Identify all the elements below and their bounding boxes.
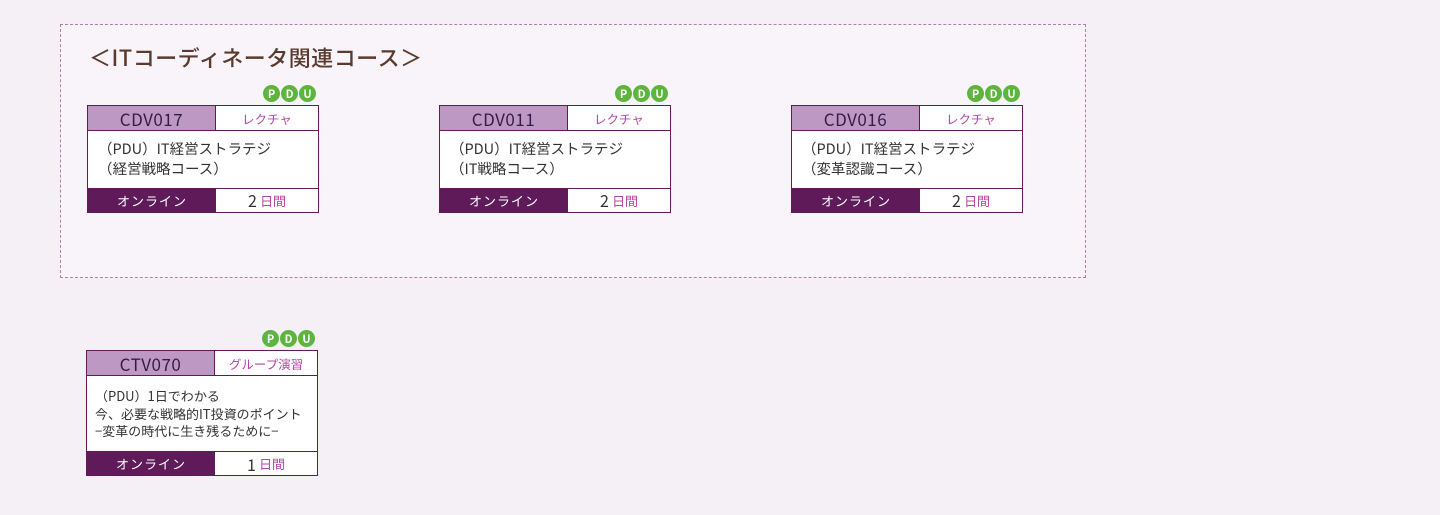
pdu-badge-icon: P D U (262, 330, 315, 347)
course-title-line: （IT戦略コース） (450, 159, 662, 179)
course-title: （PDU）1日でわかる 今、必要な戦略的IT投資のポイント −変革の時代に生き残… (87, 376, 317, 452)
course-mode: オンライン (87, 452, 215, 475)
card-footer: オンライン 1 日間 (87, 452, 317, 475)
course-title: （PDU）IT経営ストラテジ （IT戦略コース） (440, 131, 670, 189)
course-title-line: （PDU）IT経営ストラテジ (98, 139, 310, 159)
course-days-num: 2 (600, 188, 609, 212)
pdu-p: P (262, 330, 279, 347)
card-header: CTV070 グループ演習 (87, 351, 317, 376)
course-days-unit: 日間 (259, 454, 285, 473)
card-footer: オンライン 2 日間 (792, 189, 1022, 212)
section-box: ＜ITコーディネータ関連コース＞ P D U CDV017 レクチャ （PDU）… (60, 24, 1086, 278)
course-duration: 2 日間 (216, 189, 318, 212)
pdu-badge-icon: P D U (263, 85, 316, 102)
course-title-line: （PDU）IT経営ストラテジ (450, 139, 662, 159)
pdu-u: U (651, 85, 668, 102)
course-card[interactable]: P D U CDV017 レクチャ （PDU）IT経営ストラテジ （経営戦略コー… (87, 105, 319, 213)
pdu-d: D (280, 330, 297, 347)
course-title-line: （PDU）1日でわかる (95, 387, 311, 405)
pdu-u: U (298, 330, 315, 347)
pdu-badge-icon: P D U (967, 85, 1020, 102)
pdu-d: D (985, 85, 1002, 102)
course-card[interactable]: P D U CDV011 レクチャ （PDU）IT経営ストラテジ （IT戦略コー… (439, 105, 671, 213)
card-footer: オンライン 2 日間 (440, 189, 670, 212)
course-title: （PDU）IT経営ストラテジ （変革認識コース） (792, 131, 1022, 189)
pdu-d: D (281, 85, 298, 102)
course-mode: オンライン (88, 189, 216, 212)
course-type: レクチャ (920, 106, 1022, 131)
course-title-line: 今、必要な戦略的IT投資のポイント (95, 405, 311, 423)
course-title-line: −変革の時代に生き残るために− (95, 422, 311, 440)
pdu-p: P (615, 85, 632, 102)
course-days-unit: 日間 (612, 191, 638, 210)
course-type: レクチャ (216, 106, 318, 131)
course-code: CDV017 (88, 106, 216, 131)
course-type: グループ演習 (215, 351, 317, 376)
pdu-d: D (633, 85, 650, 102)
course-code: CTV070 (87, 351, 215, 376)
course-days-num: 1 (247, 452, 256, 476)
pdu-u: U (299, 85, 316, 102)
course-card[interactable]: P D U CTV070 グループ演習 （PDU）1日でわかる 今、必要な戦略的… (86, 350, 318, 476)
course-days-unit: 日間 (964, 191, 990, 210)
course-code: CDV016 (792, 106, 920, 131)
card-header: CDV016 レクチャ (792, 106, 1022, 131)
pdu-p: P (263, 85, 280, 102)
card-header: CDV011 レクチャ (440, 106, 670, 131)
course-type: レクチャ (568, 106, 670, 131)
course-duration: 1 日間 (215, 452, 317, 475)
card-footer: オンライン 2 日間 (88, 189, 318, 212)
pdu-u: U (1003, 85, 1020, 102)
card-header: CDV017 レクチャ (88, 106, 318, 131)
course-duration: 2 日間 (568, 189, 670, 212)
course-card[interactable]: P D U CDV016 レクチャ （PDU）IT経営ストラテジ （変革認識コー… (791, 105, 1023, 213)
course-title-line: （経営戦略コース） (98, 159, 310, 179)
section-title: ＜ITコーディネータ関連コース＞ (89, 41, 1059, 73)
course-title: （PDU）IT経営ストラテジ （経営戦略コース） (88, 131, 318, 189)
course-days-num: 2 (952, 188, 961, 212)
course-days-unit: 日間 (260, 191, 286, 210)
course-duration: 2 日間 (920, 189, 1022, 212)
course-days-num: 2 (248, 188, 257, 212)
course-title-line: （変革認識コース） (802, 159, 1014, 179)
course-mode: オンライン (440, 189, 568, 212)
course-title-line: （PDU）IT経営ストラテジ (802, 139, 1014, 159)
pdu-p: P (967, 85, 984, 102)
pdu-badge-icon: P D U (615, 85, 668, 102)
course-code: CDV011 (440, 106, 568, 131)
course-mode: オンライン (792, 189, 920, 212)
